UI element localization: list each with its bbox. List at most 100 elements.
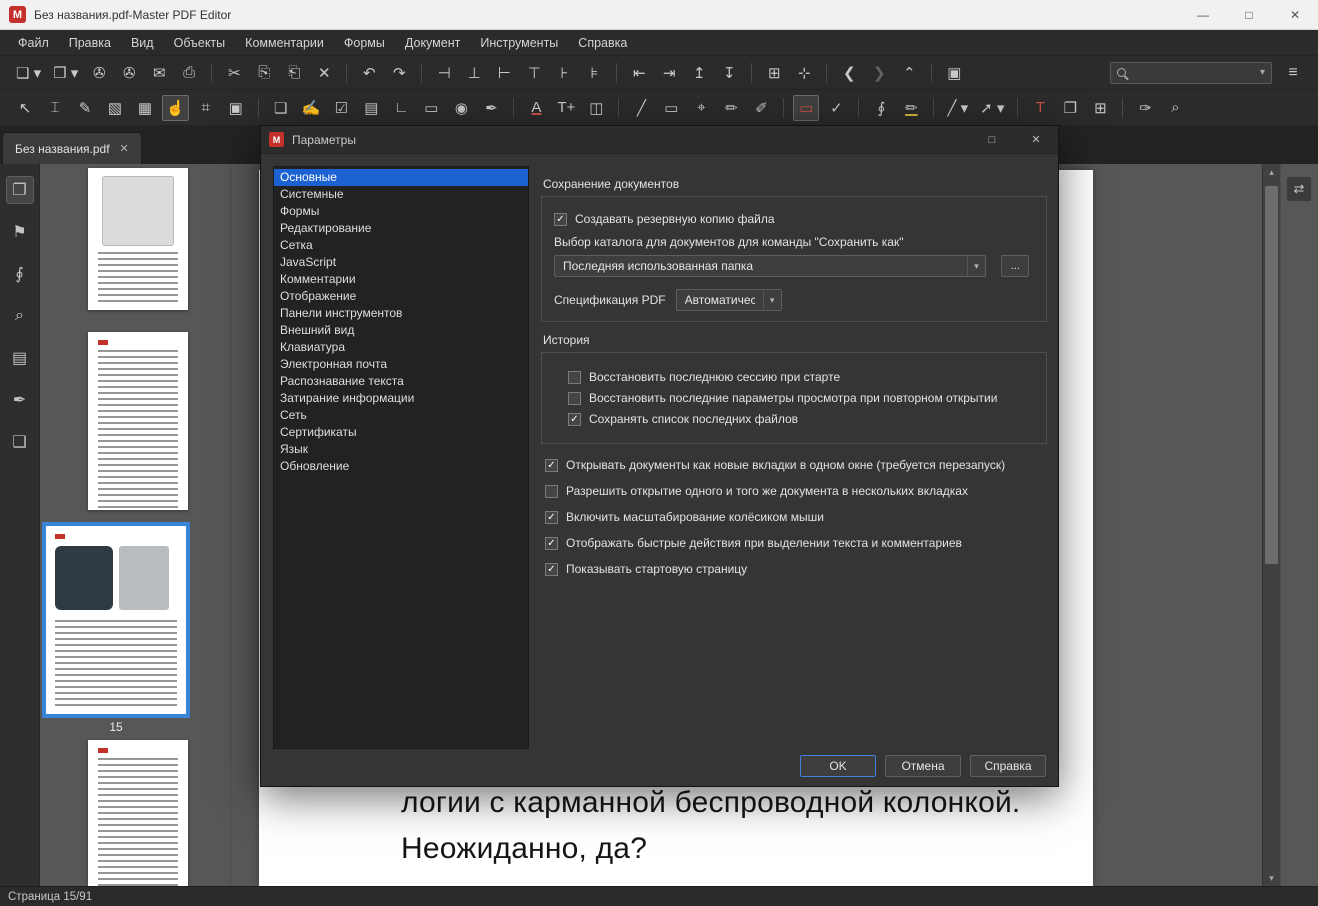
signatures-panel-button[interactable]: ✒ [6, 386, 34, 414]
search-panel-button[interactable]: ⌕ [6, 302, 34, 330]
menu-item[interactable]: Формы [334, 33, 395, 53]
browse-button[interactable]: ... [1001, 255, 1029, 277]
line-tool[interactable]: ╱ [628, 95, 654, 121]
check-annotation-tool[interactable]: ✓ [823, 95, 849, 121]
attachments-panel-button[interactable]: ∮ [6, 260, 34, 288]
crop-tool[interactable]: ⌗ [193, 95, 219, 121]
redo-button[interactable]: ↷ [386, 60, 412, 86]
search-input[interactable] [1132, 66, 1254, 80]
pencil-tool[interactable]: ✏ [718, 95, 744, 121]
settings-category[interactable]: Клавиатура [274, 339, 528, 356]
page-up-button[interactable]: ⌃ [896, 60, 922, 86]
checkbox-row[interactable]: ✓ Показывать стартовую страницу [545, 562, 1047, 576]
save-as-button[interactable]: ✇ [116, 60, 142, 86]
edit-text-red-tool[interactable]: T [1027, 95, 1053, 121]
list-field-tool[interactable]: ▤ [358, 95, 384, 121]
cancel-button[interactable]: Отмена [885, 755, 961, 777]
settings-category[interactable]: Основные [274, 169, 528, 186]
measure-tool[interactable]: ∟ [388, 95, 414, 121]
dialog-close-button[interactable]: ✕ [1014, 126, 1058, 153]
settings-category[interactable]: Комментарии [274, 271, 528, 288]
settings-category[interactable]: Сертификаты [274, 424, 528, 441]
marker-tool[interactable]: ✐ [748, 95, 774, 121]
save-button[interactable]: ✇ [86, 60, 112, 86]
next-view-button[interactable]: ❯ [866, 60, 892, 86]
settings-category[interactable]: Обновление [274, 458, 528, 475]
tab-close-icon[interactable]: ✕ [120, 142, 129, 155]
menu-item[interactable]: Документ [395, 33, 470, 53]
cleanup-tool[interactable]: ✑ [1132, 95, 1158, 121]
radio-field-tool[interactable]: ◉ [448, 95, 474, 121]
selected-page-thumbnail[interactable] [42, 522, 190, 718]
menu-item[interactable]: Правка [59, 33, 121, 53]
organize-pages-tool[interactable]: ❐ [1057, 95, 1083, 121]
select-tool[interactable]: ↖ [12, 95, 38, 121]
checkbox[interactable] [568, 371, 581, 384]
settings-category[interactable]: Редактирование [274, 220, 528, 237]
vertical-scrollbar[interactable]: ▴ ▾ [1262, 164, 1280, 886]
save-as-directory-dropdown[interactable]: Последняя использованная папка ▾ [554, 255, 986, 277]
dialog-maximize-button[interactable]: □ [970, 126, 1014, 153]
layers-panel-button[interactable]: ❑ [6, 428, 34, 456]
checkbox[interactable] [568, 392, 581, 405]
thumbnails-panel-button[interactable]: ❐ [6, 176, 34, 204]
align-top-button[interactable]: ⊤ [521, 60, 547, 86]
page-thumbnail[interactable] [88, 740, 188, 886]
signature-field-tool[interactable]: ✒ [478, 95, 504, 121]
settings-category[interactable]: Распознавание текста [274, 373, 528, 390]
menu-item[interactable]: Объекты [164, 33, 236, 53]
page-thumbnail[interactable] [88, 332, 188, 510]
checkbox[interactable]: ✓ [545, 459, 558, 472]
checkbox-row[interactable]: Разрешить открытие одного и того же доку… [545, 484, 1047, 498]
close-button[interactable]: ✕ [1272, 0, 1318, 29]
align-center-v-button[interactable]: ⊦ [551, 60, 577, 86]
align-left-button[interactable]: ⊣ [431, 60, 457, 86]
dialog-titlebar[interactable]: M Параметры □ ✕ [261, 126, 1058, 154]
help-button[interactable]: Справка [970, 755, 1046, 777]
checkbox[interactable]: ✓ [545, 511, 558, 524]
line-style-tool[interactable]: ╱ ▾ [943, 95, 972, 121]
menu-item[interactable]: Справка [568, 33, 637, 53]
checkbox-row[interactable]: ✓ Отображать быстрые действия при выделе… [545, 536, 1047, 550]
scroll-up-icon[interactable]: ▴ [1263, 164, 1280, 180]
align-right-button[interactable]: ⊢ [491, 60, 517, 86]
distribute-bottom-button[interactable]: ↧ [716, 60, 742, 86]
form-fields-panel-button[interactable]: ▤ [6, 344, 34, 372]
settings-category[interactable]: Сеть [274, 407, 528, 424]
checkbox-row[interactable]: ✓ Открывать документы как новые вкладки … [545, 458, 1047, 472]
show-grid-button[interactable]: ⊞ [761, 60, 787, 86]
new-document-button[interactable]: ❏ ▾ [12, 60, 45, 86]
tile-view-tool[interactable]: ⊞ [1087, 95, 1113, 121]
zoom-tool[interactable]: ⌕ [1162, 95, 1188, 121]
minimize-button[interactable]: — [1180, 0, 1226, 29]
checkbox[interactable]: ✓ [554, 213, 567, 226]
checkbox-row[interactable]: Восстановить последние параметры просмот… [568, 391, 1034, 405]
text-select-tool[interactable]: ⌶ [42, 95, 68, 121]
arrow-style-tool[interactable]: ➚ ▾ [976, 95, 1008, 121]
distribute-right-button[interactable]: ⇥ [656, 60, 682, 86]
rectangle-tool[interactable]: ▭ [658, 95, 684, 121]
settings-category[interactable]: Затирание информации [274, 390, 528, 407]
search-box[interactable]: ▾ [1110, 62, 1272, 84]
distribute-top-button[interactable]: ↥ [686, 60, 712, 86]
snap-to-grid-button[interactable]: ⊹ [791, 60, 817, 86]
scrollbar-thumb[interactable] [1265, 186, 1278, 564]
chevron-down-icon[interactable]: ▾ [763, 290, 781, 310]
highlighter-tool[interactable]: ✏ [898, 95, 924, 121]
align-bottom-button[interactable]: ⊥ [461, 60, 487, 86]
menu-item[interactable]: Комментарии [235, 33, 334, 53]
delete-button[interactable]: ✕ [311, 60, 337, 86]
settings-category[interactable]: Сетка [274, 237, 528, 254]
ok-button[interactable]: OK [800, 755, 876, 777]
chevron-down-icon[interactable]: ▾ [1260, 67, 1265, 78]
cut-button[interactable]: ✂ [221, 60, 247, 86]
snapshot-tool[interactable]: ▣ [223, 95, 249, 121]
highlight-text-tool[interactable]: A [523, 95, 549, 121]
settings-category[interactable]: Системные [274, 186, 528, 203]
checkbox-row[interactable]: ✓ Сохранять список последних файлов [568, 412, 1034, 426]
maximize-button[interactable]: □ [1226, 0, 1272, 29]
settings-category[interactable]: Электронная почта [274, 356, 528, 373]
checkbox[interactable]: ✓ [568, 413, 581, 426]
panel-toggle-icon[interactable]: ⇄ [1286, 176, 1312, 202]
scrollbar-track[interactable] [1263, 180, 1280, 870]
